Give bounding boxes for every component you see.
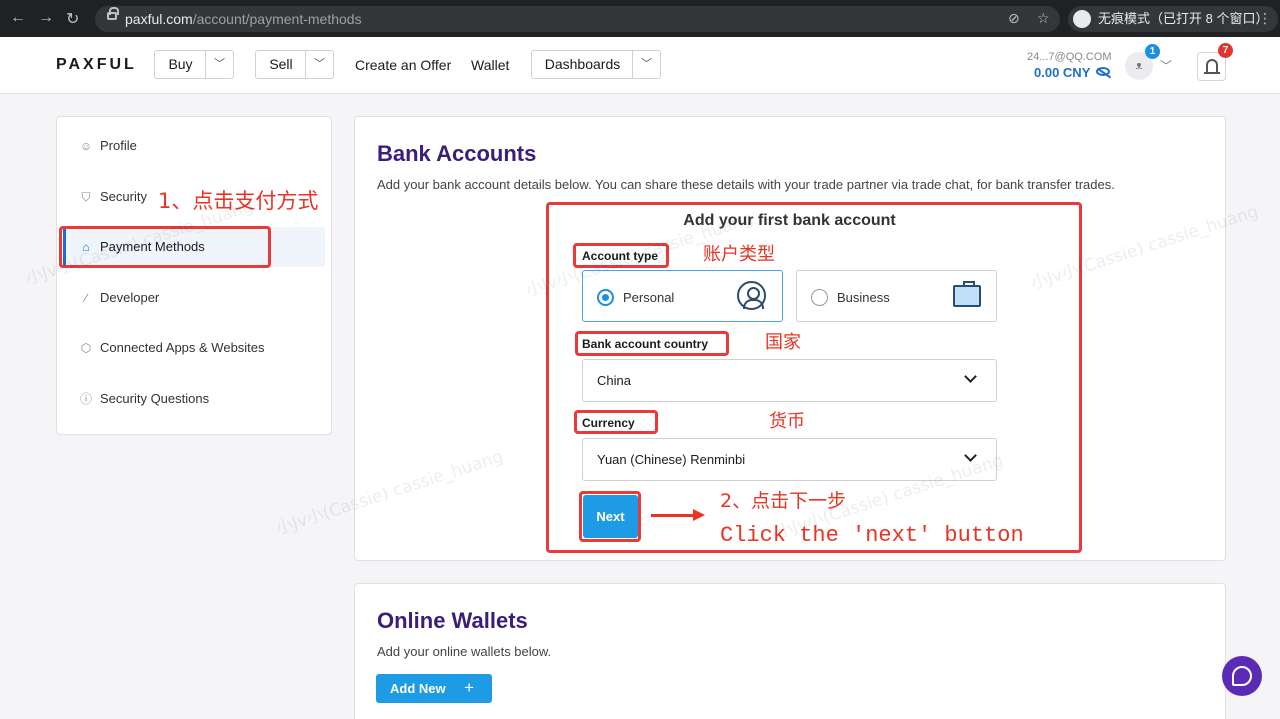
sell-dropdown[interactable]: Sell ﹀	[255, 50, 334, 79]
annotation-box-next	[579, 491, 641, 542]
notifications-badge: 7	[1218, 43, 1233, 58]
buy-dropdown[interactable]: Buy ﹀	[154, 50, 234, 79]
bookmark-star-icon[interactable]: ☆	[1037, 10, 1050, 27]
annotation-account-type-cn: 账户类型	[703, 244, 775, 265]
chevron-down-icon[interactable]: ﹀	[632, 51, 660, 78]
plus-icon: +	[464, 678, 474, 697]
sidebar-item-developer[interactable]: ⁄ Developer	[57, 278, 331, 318]
sidebar-item-connected-apps[interactable]: ⬡ Connected Apps & Websites	[57, 328, 331, 368]
buy-button[interactable]: Buy	[155, 51, 206, 78]
forward-icon[interactable]: →	[38, 9, 54, 27]
site-header: PAXFUL Buy ﹀ Sell ﹀ Create an Offer Wall…	[0, 37, 1280, 94]
annotation-currency-cn: 货币	[769, 411, 805, 432]
hide-balance-icon[interactable]	[1096, 67, 1110, 76]
browser-toolbar: ← → ↻ paxful.com/account/payment-methods…	[0, 0, 1280, 37]
incognito-indicator[interactable]: 无痕模式（已打开 8 个窗口）	[1068, 6, 1279, 32]
account-sidebar: ☺ Profile ⛉ Security ⌂ Payment Methods ⁄…	[56, 116, 332, 435]
chat-support-button[interactable]	[1222, 656, 1262, 696]
sidebar-item-label: Security Questions	[100, 391, 210, 406]
person-icon: ᴥ	[1135, 60, 1143, 72]
cube-icon: ⬡	[80, 341, 92, 355]
sidebar-item-label: Profile	[100, 138, 137, 153]
bank-accounts-description: Add your bank account details below. You…	[377, 177, 1115, 192]
url-text: paxful.com/account/payment-methods	[125, 11, 362, 27]
sidebar-item-label: Security	[100, 189, 147, 204]
sidebar-item-security-questions[interactable]: ⓘ Security Questions	[57, 379, 331, 419]
online-wallets-title: Online Wallets	[377, 608, 528, 633]
create-offer-link[interactable]: Create an Offer	[355, 57, 451, 73]
add-new-wallet-button[interactable]: Add New +	[376, 674, 492, 703]
chevron-down-icon[interactable]: ﹀	[1160, 57, 1172, 74]
bell-icon	[1204, 59, 1220, 74]
dashboards-button[interactable]: Dashboards	[532, 51, 633, 78]
annotation-step2-en: Click the 'next' button	[720, 523, 1024, 548]
profile-badge: 1	[1145, 44, 1160, 59]
paxful-logo[interactable]: PAXFUL	[56, 56, 137, 74]
dashboards-dropdown[interactable]: Dashboards ﹀	[531, 50, 661, 79]
shield-icon: ⛉	[81, 190, 91, 204]
account-balance: 0.00 CNY	[1034, 65, 1091, 80]
online-wallets-description: Add your online wallets below.	[377, 644, 552, 659]
bank-accounts-title: Bank Accounts	[377, 141, 537, 166]
sidebar-item-label: Connected Apps & Websites	[100, 340, 265, 355]
code-icon: ⁄	[84, 291, 87, 305]
annotation-country-cn: 国家	[765, 332, 801, 353]
info-icon: ⓘ	[79, 392, 92, 406]
chevron-down-icon[interactable]: ﹀	[205, 51, 233, 78]
person-icon: ☺	[79, 139, 93, 153]
address-bar[interactable]: paxful.com/account/payment-methods	[95, 6, 1060, 32]
tracking-off-icon[interactable]: ⊘	[1008, 10, 1020, 27]
incognito-icon	[1073, 10, 1091, 28]
annotation-arrow-icon	[651, 509, 705, 521]
sidebar-item-label: Developer	[100, 290, 160, 305]
add-new-label: Add New	[390, 681, 446, 696]
browser-menu-icon[interactable]: ⋮	[1258, 10, 1272, 27]
chevron-down-icon[interactable]: ﹀	[305, 51, 333, 78]
lock-icon	[107, 7, 119, 20]
reload-icon[interactable]: ↻	[66, 9, 79, 29]
back-icon[interactable]: ←	[10, 9, 26, 27]
annotation-box-currency	[574, 410, 658, 434]
wallet-link[interactable]: Wallet	[471, 57, 509, 73]
account-email: 24...7@QQ.COM	[1027, 51, 1112, 63]
sell-button[interactable]: Sell	[256, 51, 306, 78]
annotation-box-country	[575, 331, 729, 356]
sidebar-item-profile[interactable]: ☺ Profile	[57, 126, 331, 166]
